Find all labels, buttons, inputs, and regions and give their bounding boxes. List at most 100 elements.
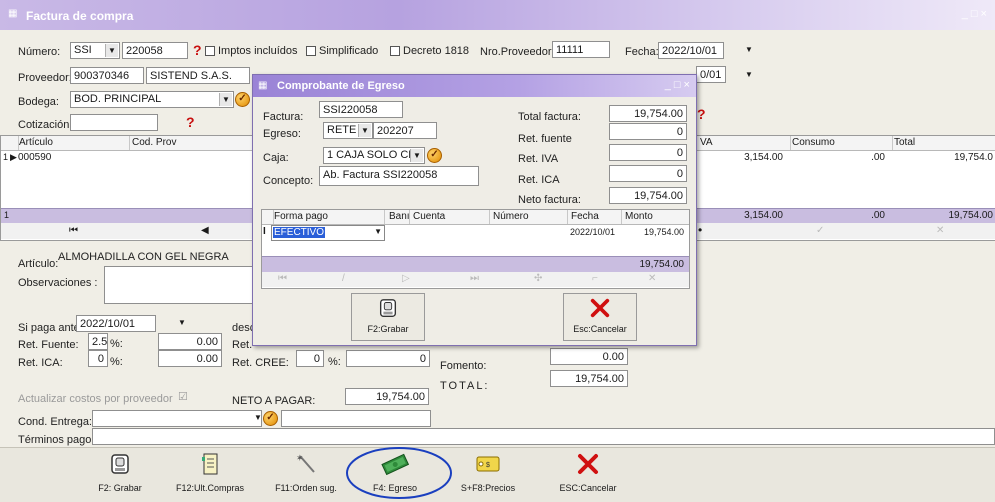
fomento-field[interactable]: 0.00 [550,348,628,365]
col-banco[interactable]: Banı [386,210,410,224]
decreto-checkbox[interactable] [390,46,400,56]
dlg-total-factura-field: 19,754.00 [609,105,687,122]
proveedor-nit-field[interactable]: 900370346 [70,67,144,84]
ret-ica-value-field[interactable]: 0.00 [158,350,222,367]
ret-fuente-label: Ret. Fuente: [18,339,79,351]
dlg-concepto-label: Concepto: [263,175,314,187]
imptos-checkbox[interactable] [205,46,215,56]
ret-fuente-value-field[interactable]: 0.00 [158,333,222,350]
numero-prefix-select[interactable]: SSI ▼ [70,42,120,59]
edit-icon[interactable]: ⌐ [592,273,598,284]
fecha2-field[interactable]: 0/01 [696,66,726,83]
proveedor-name-field[interactable]: SISTEND S.A.S. [146,67,250,84]
dlg-caja-confirm-icon[interactable]: ✓ [427,148,442,163]
payment-navigator: ⏮ / ▷ ⏭ ✣ ⌐ ✕ [262,272,689,287]
first-record-icon[interactable]: ⏮ [69,225,78,236]
confirm-icon[interactable]: ✓ [235,92,250,107]
ret-cree-value-field[interactable]: 0 [346,350,430,367]
numero-field[interactable]: 220058 [122,42,188,59]
prev-record-icon[interactable]: ◀ [201,225,209,236]
col-total[interactable]: Total [891,136,995,150]
dlg-grabar-button[interactable]: F2:Grabar [351,293,425,341]
dlg-egreso-field[interactable]: 202207 [373,122,437,139]
window-controls[interactable]: _ □ × [962,8,987,20]
egreso-dialog[interactable]: ▦ Comprobante de Egreso _ □ × Factura: S… [252,74,697,346]
simplificado-label: Simplificado [319,45,379,57]
cancel-edit-icon[interactable]: ✕ [936,225,944,236]
dialog-title: Comprobante de Egreso [277,80,405,92]
grabar-button[interactable]: F2: Grabar [90,452,150,493]
ret-ica-pct-sym: %: [110,356,123,368]
col-monto[interactable]: Monto [622,210,689,224]
next-record-icon[interactable]: ▷ [402,273,410,284]
col-articulo[interactable]: Artículo [16,136,130,150]
pay-monto-cell[interactable]: 19,754.00 [622,227,684,237]
dlg-cancelar-button[interactable]: Esc:Cancelar [563,293,637,341]
first-record-icon[interactable]: ⏮ [278,273,287,284]
ret-cree-pct-field[interactable]: 0 [296,350,324,367]
ult-compras-button[interactable]: F12:Ult.Compras [170,452,250,493]
neto-label: NETO A PAGAR: [232,395,316,407]
help-icon[interactable]: ? [193,42,202,58]
dlg-ret-fuente-field[interactable]: 0 [609,123,687,140]
cotizacion-help-icon[interactable]: ? [186,114,195,130]
refresh-icon[interactable]: ✣ [534,273,542,284]
fecha-field[interactable]: 2022/10/01 [658,42,724,59]
dlg-factura-field[interactable]: SSI220058 [319,101,403,118]
fomento-label: Fomento: [440,360,487,372]
cond-entrega-dropdown-icon[interactable]: ▼ [254,413,262,422]
col-cuenta[interactable]: Cuenta [410,210,490,224]
si-paga-dropdown-icon[interactable]: ▼ [178,318,186,327]
col-iva[interactable]: VA [697,136,791,150]
col-fecha[interactable]: Fecha [568,210,622,224]
total-label: TOTAL: [440,380,490,392]
precios-button[interactable]: $ S+F8:Precios [455,452,521,493]
col-forma-pago[interactable]: Forma pago [271,210,385,224]
pay-fecha-cell[interactable]: 2022/10/01 [570,227,615,237]
cancel-edit-icon[interactable]: ✕ [648,273,656,284]
cond-entrega-field[interactable] [92,410,262,427]
ret-ica-label: Ret. ICA: [18,357,63,369]
si-paga-field[interactable]: 2022/10/01 [76,315,156,332]
orden-sug-button[interactable]: ✶ F11:Orden sug. [268,452,344,493]
cotizacion-field[interactable] [70,114,158,131]
dialog-window-controls[interactable]: _ □ × [665,79,690,91]
dlg-egreso-prefix-select[interactable]: RETE ▼ [323,122,373,139]
dlg-concepto-field[interactable]: Ab. Factura SSI220058 [319,166,479,186]
cell-total[interactable]: 19,754.0 [891,152,993,163]
help-icon-2[interactable]: ? [697,106,706,122]
nro-proveedor-field[interactable]: 11111 [552,41,610,58]
cell-consumo[interactable]: .00 [789,152,885,163]
fecha2-dropdown-icon[interactable]: ▼ [745,70,753,79]
last-record-icon[interactable]: ⏭ [470,273,479,284]
dlg-caja-select[interactable]: 1 CAJA SOLO CD \ ▼ [323,147,425,164]
footer-consumo: .00 [871,210,885,221]
payment-grid[interactable]: Forma pago Banı Cuenta Número Fecha Mont… [261,209,690,289]
actualizar-checkbox[interactable]: ☑ [178,390,188,403]
cond-entrega-confirm-icon[interactable]: ✓ [263,411,278,426]
col-numero[interactable]: Número [490,210,568,224]
ret-fuente-pct-field[interactable]: 2.5 [88,333,108,350]
prev-record-icon[interactable]: / [342,273,345,284]
post-icon[interactable]: ✓ [816,225,824,236]
cell-articulo[interactable]: 000590 [18,152,51,163]
col-consumo[interactable]: Consumo [789,136,893,150]
cond-entrega-desc-field[interactable] [281,410,431,427]
bodega-select[interactable]: BOD. PRINCIPAL ▼ [70,91,234,108]
svg-text:✶: ✶ [296,453,304,463]
table-row[interactable]: I EFECTIVO ▼ 2022/10/01 19,754.00 [262,225,689,241]
highlight-circle [346,447,452,499]
ret-ica-pct-field[interactable]: 0 [88,350,108,367]
observaciones-field[interactable] [104,266,254,304]
terminos-field[interactable] [92,428,995,445]
fecha-dropdown-icon[interactable]: ▼ [745,45,753,54]
app-icon: ▦ [8,8,18,19]
simplificado-checkbox[interactable] [306,46,316,56]
col-cod-prov[interactable]: Cod. Prov [129,136,253,150]
dlg-ret-iva-field[interactable]: 0 [609,144,687,161]
cell-iva[interactable]: 3,154.00 [697,152,783,163]
terminos-label: Términos pago: [18,434,95,446]
dlg-ret-ica-field[interactable]: 0 [609,165,687,182]
forma-pago-select[interactable]: EFECTIVO ▼ [271,225,385,241]
cancelar-button[interactable]: ESC:Cancelar [555,452,621,493]
